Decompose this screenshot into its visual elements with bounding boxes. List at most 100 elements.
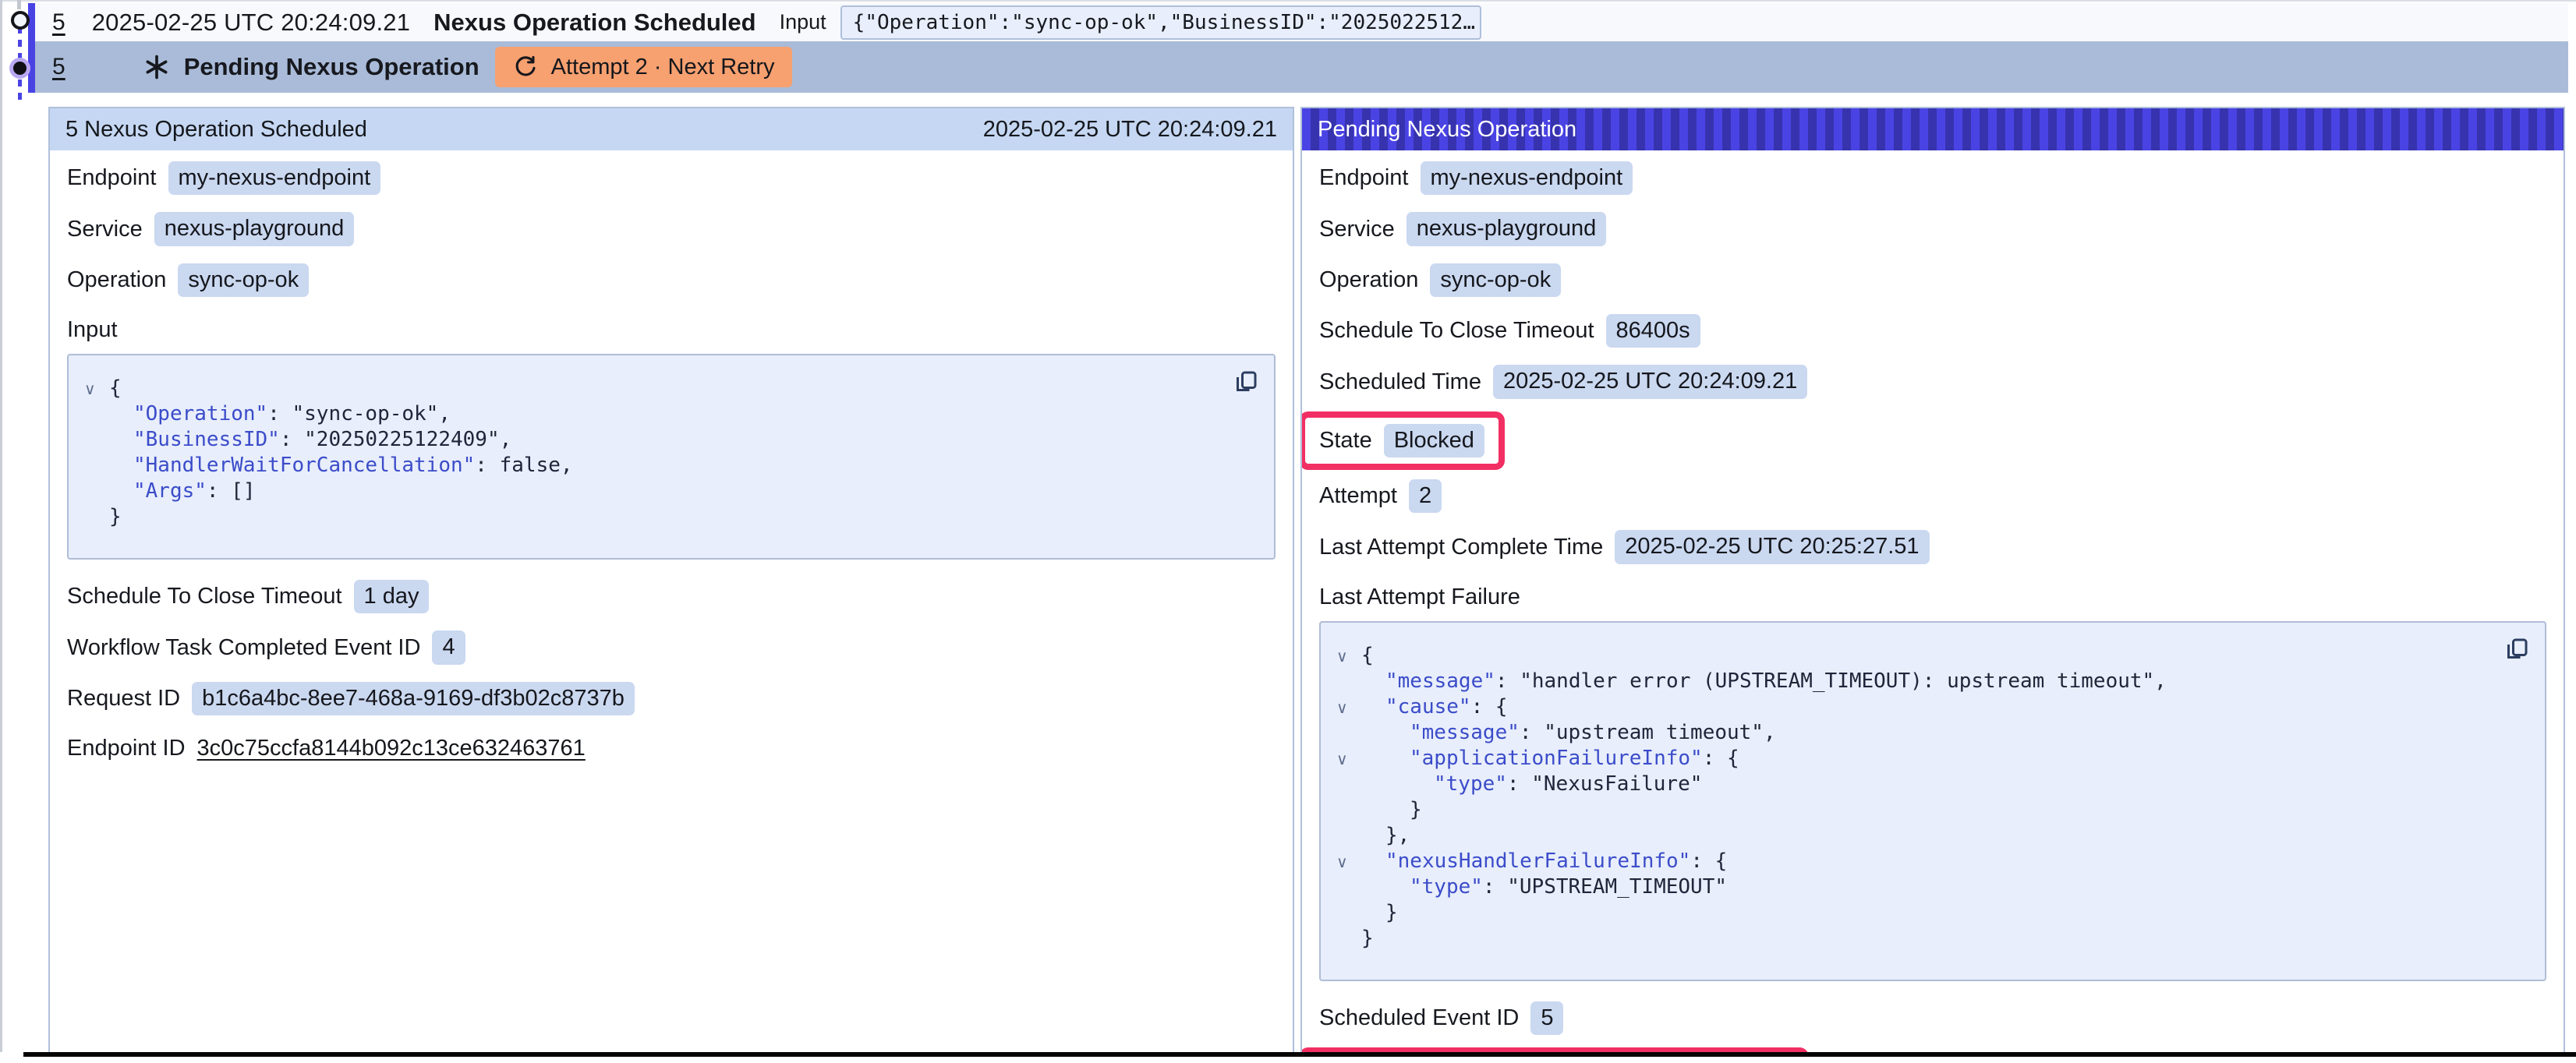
pending-fields-bottom: Scheduled Event ID5Blocked ReasonThe cir… xyxy=(1319,1001,2546,1054)
code-line: "HandlerWaitForCancellation": false, xyxy=(81,453,1258,479)
field-label: Last Attempt Complete Time xyxy=(1319,535,1603,560)
field-value-operation: sync-op-ok xyxy=(178,263,309,297)
field-label: State xyxy=(1319,428,1372,454)
history-row-pending-nexus-operation[interactable]: 5 Pending Nexus Operation Attempt 2 · Ne… xyxy=(35,41,2568,93)
code-line: "Operation": "sync-op-ok", xyxy=(81,401,1258,427)
field-request-id: Request IDb1c6a4bc-8ee7-468a-9169-df3b02… xyxy=(67,682,1276,715)
code-line: ∨ "nexusHandlerFailureInfo": { xyxy=(1333,849,2529,874)
json-text: "20250225122409", xyxy=(304,428,511,451)
field-value-operation: sync-op-ok xyxy=(1430,263,1561,297)
code-line: "message": "handler error (UPSTREAM_TIME… xyxy=(1333,669,2529,694)
json-key: "cause" xyxy=(1385,695,1471,719)
workflow-event-history-view: 5 2025-02-25 UTC 20:24:09.21 Nexus Opera… xyxy=(0,0,2576,1063)
pending-operation-panel: Pending Nexus Operation Endpointmy-nexus… xyxy=(1300,107,2565,1054)
scheduled-panel-header: 5 Nexus Operation Scheduled 2025-02-25 U… xyxy=(50,108,1293,150)
json-key: "message" xyxy=(1385,669,1495,693)
input-code-block: ∨{"Operation": "sync-op-ok","BusinessID"… xyxy=(67,354,1276,560)
pending-asterisk-icon xyxy=(143,54,170,80)
field-label: Schedule To Close Timeout xyxy=(67,584,342,609)
json-text: : xyxy=(1495,669,1520,693)
collapse-chevron-icon[interactable]: ∨ xyxy=(84,381,96,397)
json-key: "nexusHandlerFailureInfo" xyxy=(1385,849,1690,873)
code-line: } xyxy=(1333,926,2529,952)
json-text: { xyxy=(1727,747,1739,770)
top-border xyxy=(0,0,2576,2)
json-key: "HandlerWaitForCancellation" xyxy=(133,454,475,477)
field-value-request-id: b1c6a4bc-8ee7-468a-9169-df3b02c8737b xyxy=(192,682,635,715)
pending-fields-top: Endpointmy-nexus-endpoint Service nexus-pl… xyxy=(1319,161,2546,564)
code-line: }, xyxy=(1333,823,2529,849)
field-value-endpoint: my-nexus-endpoint xyxy=(168,161,381,195)
collapse-chevron-icon[interactable]: ∨ xyxy=(1336,751,1348,767)
timeline-continuation-dash xyxy=(17,0,21,9)
field-value-service: nexus-playground xyxy=(1407,212,1607,245)
json-key: "type" xyxy=(1410,875,1483,899)
code-line: "Args": [] xyxy=(81,479,1258,504)
field-label: Service xyxy=(67,217,143,242)
event-id-link[interactable]: 5 xyxy=(52,9,65,36)
json-text: : xyxy=(475,454,499,477)
field-label: Endpoint xyxy=(1319,165,1409,191)
scheduled-fields-bottom: Schedule To Close Timeout1 dayWorkflow T… xyxy=(67,580,1276,765)
code-line: ∨"applicationFailureInfo": { xyxy=(1333,746,2529,772)
attempt-retry-badge: Attempt 2 · Next Retry xyxy=(495,47,792,87)
failure-code-block: ∨{"message": "handler error (UPSTREAM_TI… xyxy=(1319,621,2546,981)
collapse-chevron-icon[interactable]: ∨ xyxy=(1336,648,1348,664)
json-text: "NexusFailure" xyxy=(1531,772,1702,796)
code-line: ∨{ xyxy=(81,376,1258,401)
json-key: "BusinessID" xyxy=(133,428,280,451)
field-label: Service xyxy=(1319,217,1395,242)
field-endpoint: Endpointmy-nexus-endpoint xyxy=(1319,161,2546,195)
json-key: "Operation" xyxy=(133,402,267,426)
json-text: : xyxy=(1703,747,1727,770)
json-text: : xyxy=(1507,772,1531,796)
scheduled-event-panel: 5 Nexus Operation Scheduled 2025-02-25 U… xyxy=(48,107,1294,1054)
code-line: "message": "upstream timeout", xyxy=(1333,720,2529,746)
field-value-service: nexus-playground xyxy=(154,212,355,245)
json-text: { xyxy=(109,376,122,400)
json-key: "message" xyxy=(1410,721,1520,744)
code-line: ∨{ xyxy=(1333,643,2529,669)
field-state: State Blocked xyxy=(1319,411,2546,470)
code-line: ∨"cause": { xyxy=(1333,694,2529,720)
collapse-chevron-icon[interactable]: ∨ xyxy=(1336,700,1348,715)
history-row-nexus-operation-scheduled[interactable]: 5 2025-02-25 UTC 20:24:09.21 Nexus Opera… xyxy=(35,3,2568,41)
json-text: : xyxy=(1483,875,1507,899)
retry-icon xyxy=(512,55,537,79)
field-label: Schedule To Close Timeout xyxy=(1319,318,1594,344)
json-text: }, xyxy=(1385,824,1410,847)
collapse-chevron-icon[interactable]: ∨ xyxy=(1336,854,1348,870)
field-endpoint: Endpointmy-nexus-endpoint xyxy=(67,161,1276,195)
field-workflow-task-completed-event-id: Workflow Task Completed Event ID4 xyxy=(67,630,1276,664)
field-last-attempt-complete-time: Last Attempt Complete Time2025-02-25 UTC… xyxy=(1319,530,2546,563)
json-text: : xyxy=(1690,849,1714,873)
highlight-box: State Blocked xyxy=(1300,411,1505,470)
field-service: Service nexus-playground xyxy=(1319,212,2546,245)
attempt-retry-label: Attempt 2 · Next Retry xyxy=(551,55,775,80)
json-text: : xyxy=(280,428,304,451)
timeline-node-pending-icon xyxy=(13,62,27,75)
json-text: } xyxy=(1410,798,1422,821)
event-title: Pending Nexus Operation xyxy=(184,53,479,81)
json-text: { xyxy=(1495,695,1508,719)
json-text: { xyxy=(1715,849,1728,873)
panel-timestamp: 2025-02-25 UTC 20:24:09.21 xyxy=(983,117,1277,143)
json-text: "upstream timeout", xyxy=(1544,721,1775,744)
field-value-schedule-to-close-timeout: 86400s xyxy=(1606,314,1700,348)
event-id-link[interactable]: 5 xyxy=(52,54,65,80)
timeline-node-open-icon xyxy=(11,11,30,30)
json-text: "handler error (UPSTREAM_TIMEOUT): upstr… xyxy=(1520,669,2167,693)
field-value-scheduled-event-id: 5 xyxy=(1530,1001,1563,1035)
json-text: false, xyxy=(500,454,573,477)
event-detail-panels: 5 Nexus Operation Scheduled 2025-02-25 U… xyxy=(48,107,2565,1054)
field-value-endpoint-id[interactable]: 3c0c75ccfa8144b092c13ce632463761 xyxy=(197,736,586,761)
json-text: { xyxy=(1361,644,1374,667)
code-line: "BusinessID": "20250225122409", xyxy=(81,427,1258,453)
code-line: } xyxy=(1333,797,2529,823)
field-value-state: Blocked xyxy=(1384,424,1484,457)
json-text: : xyxy=(207,479,231,503)
scheduled-panel-body: Endpointmy-nexus-endpoint Service nexus-pl… xyxy=(50,150,1293,765)
input-preview-label: Input xyxy=(780,10,826,34)
json-text: [] xyxy=(231,479,255,503)
field-value-attempt: 2 xyxy=(1409,479,1442,513)
